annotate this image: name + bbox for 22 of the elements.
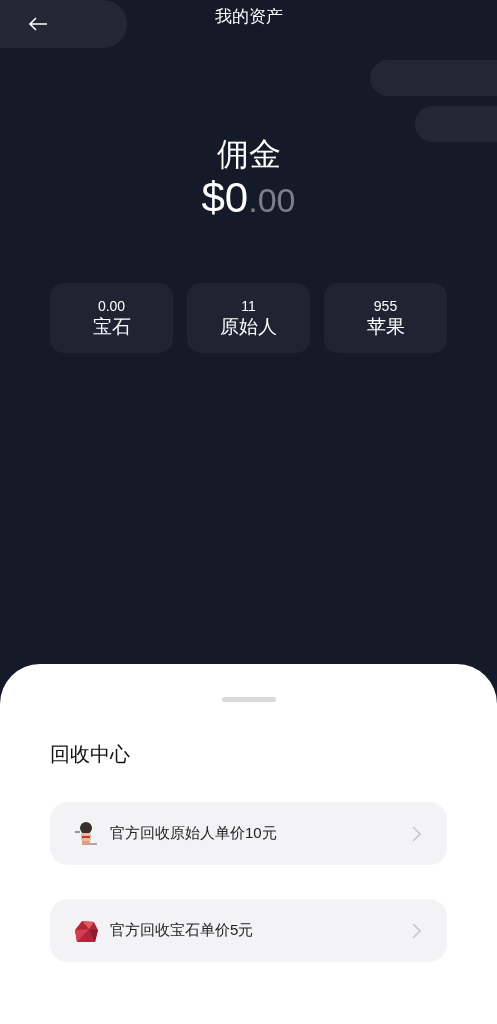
recycle-item-text: 官方回收宝石单价5元 [110, 920, 255, 941]
asset-card[interactable]: 955 苹果 [324, 283, 447, 353]
asset-value: 955 [373, 297, 398, 315]
back-arrow-icon [28, 17, 48, 31]
asset-card[interactable]: 0.00 宝石 [50, 283, 173, 353]
recycle-item[interactable]: 官方回收宝石单价5元 [50, 899, 447, 962]
chevron-right-icon [412, 922, 421, 939]
figure-icon [73, 820, 99, 847]
recycle-item-text: 官方回收原始人单价10元 [110, 823, 278, 844]
page-title: 我的资产 [214, 6, 283, 29]
commission-label: 佣金 [216, 135, 281, 174]
asset-label: 宝石 [92, 315, 131, 339]
asset-value: 0.00 [97, 297, 126, 315]
commission-amount: $0.00 [201, 174, 296, 223]
asset-label: 苹果 [366, 315, 405, 339]
asset-label: 原始人 [220, 315, 277, 339]
asset-card[interactable]: 11 原始人 [187, 283, 310, 353]
asset-value: 11 [241, 297, 256, 315]
recycle-item[interactable]: 官方回收原始人单价10元 [50, 802, 447, 865]
chevron-right-icon [412, 825, 421, 842]
sheet-handle[interactable] [221, 697, 276, 702]
section-title: 回收中心 [50, 742, 130, 767]
